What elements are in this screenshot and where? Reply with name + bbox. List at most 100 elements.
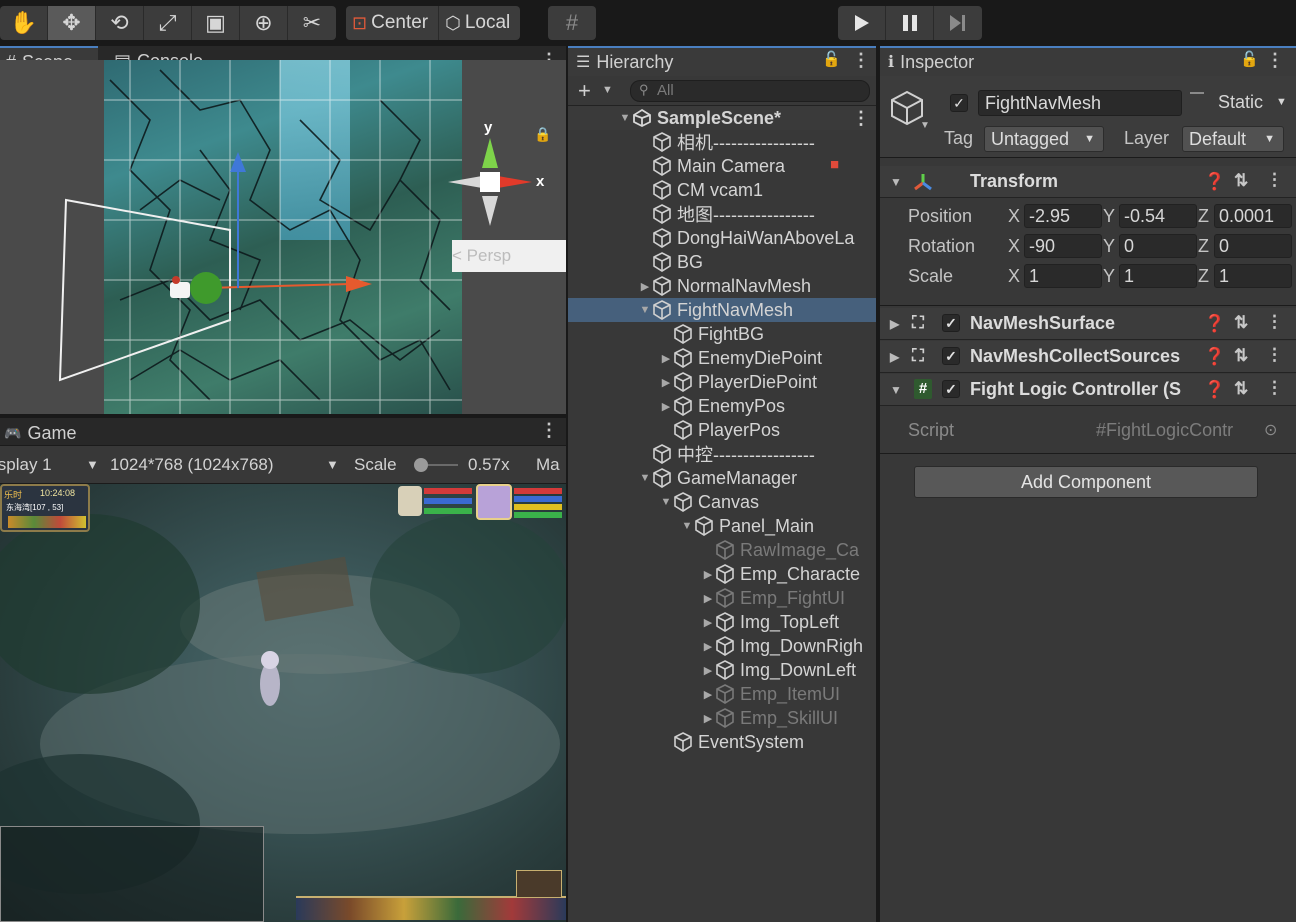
rotation-z-field[interactable]: 0 [1214,234,1292,258]
static-checkbox[interactable] [1190,92,1204,94]
rotation-x-axis-label[interactable]: X [1008,236,1020,257]
collapse-arrow-icon[interactable]: ▼ [680,520,694,532]
hierarchy-item[interactable]: ▶ EnemyPos [568,394,876,418]
hierarchy-menu-icon[interactable]: ⋮ [852,50,870,71]
presets-icon[interactable]: ⇅ [1234,346,1248,366]
inspector-menu-icon[interactable]: ⋮ [1266,50,1284,71]
grid-snap-icon[interactable]: # [548,6,596,40]
hierarchy-item[interactable]: ▶ Img_DownRigh [568,634,876,658]
transform-foldout-icon[interactable]: ▼ [890,175,902,189]
scale-x-field[interactable]: 1 [1024,264,1102,288]
resolution-dropdown[interactable]: 1024*768 (1024x768) [110,455,274,475]
collapse-arrow-icon[interactable]: ▼ [618,112,632,124]
tag-dropdown[interactable]: Untagged ▼ [984,126,1104,152]
inspector-lock-icon[interactable]: 🔓 [1240,50,1259,68]
game-viewport[interactable]: 乐时 10:24:08 东海湾[107 , 53] [0,484,566,922]
chat-box[interactable] [0,826,264,922]
component-enabled-checkbox[interactable]: ✓ [942,347,960,365]
hierarchy-lock-icon[interactable]: 🔓 [822,50,841,68]
hierarchy-item[interactable]: CM vcam1 [568,178,876,202]
object-name-field[interactable]: FightNavMesh [978,90,1182,116]
add-icon[interactable]: + [578,78,591,104]
position-x-field[interactable]: -2.95 [1024,204,1102,228]
hierarchy-item[interactable]: ▼ FightNavMesh [568,298,876,322]
rotation-x-field[interactable]: -90 [1024,234,1102,258]
game-menu-icon[interactable]: ⋮ [540,420,558,441]
scale-tool-icon[interactable]: ⤢ [144,6,192,40]
hierarchy-item[interactable]: ▶ Emp_FightUI [568,586,876,610]
pet-avatar[interactable] [398,486,422,516]
position-y-field[interactable]: -0.54 [1119,204,1197,228]
expand-arrow-icon[interactable]: ▶ [701,712,715,725]
static-dropdown[interactable]: Static [1218,92,1263,113]
expand-arrow-icon[interactable]: ▶ [659,400,673,413]
scale-x-axis-label[interactable]: X [1008,266,1020,287]
tab-game[interactable]: 🎮 Game [0,418,84,448]
pause-button[interactable] [886,6,934,40]
scene-viewport[interactable]: y x < Persp 🔒 [0,60,566,414]
maximize-toggle[interactable]: Ma [536,455,560,475]
rotation-y-axis-label[interactable]: Y [1103,236,1115,257]
script-object-field[interactable]: #FightLogicContr [1096,420,1274,441]
component-header[interactable]: ▶ ⛶ ✓ NavMeshSurface ❓ ⇅ ⋮ [880,308,1296,340]
hierarchy-item[interactable]: ▶ Emp_ItemUI [568,682,876,706]
game-menu-bar[interactable] [296,896,566,920]
hierarchy-item[interactable]: 地图----------------- [568,202,876,226]
active-checkbox[interactable]: ✓ [950,94,968,112]
position-z-axis-label[interactable]: Z [1198,206,1209,227]
expand-arrow-icon[interactable]: ▶ [701,592,715,605]
position-y-axis-label[interactable]: Y [1103,206,1115,227]
scale-z-field[interactable]: 1 [1214,264,1292,288]
hierarchy-item[interactable]: RawImage_Ca [568,538,876,562]
position-x-axis-label[interactable]: X [1008,206,1020,227]
step-button[interactable] [934,6,982,40]
scale-slider-knob[interactable] [414,458,428,472]
persp-label[interactable]: < Persp [452,246,511,266]
hierarchy-item[interactable]: BG [568,250,876,274]
expand-arrow-icon[interactable]: ▶ [701,640,715,653]
hierarchy-item[interactable]: 相机----------------- [568,130,876,154]
hierarchy-item[interactable]: ▶ Img_TopLeft [568,610,876,634]
component-menu-icon[interactable]: ⋮ [1266,345,1283,365]
pivot-center-button[interactable]: ⊡ Center [346,6,440,40]
play-button[interactable] [838,6,886,40]
hierarchy-item[interactable]: ▶ Emp_Characte [568,562,876,586]
add-component-button[interactable]: Add Component [914,466,1258,498]
display-dropdown[interactable]: isplay 1 [0,455,52,475]
hierarchy-item[interactable]: DongHaiWanAboveLa [568,226,876,250]
tab-inspector[interactable]: ℹ Inspector [880,46,1296,76]
hud-buttons[interactable] [8,516,86,528]
component-foldout-icon[interactable]: ▶ [890,317,899,331]
expand-arrow-icon[interactable]: ▶ [659,352,673,365]
building-icon[interactable] [516,870,562,898]
hierarchy-item[interactable]: ▶ Emp_SkillUI [568,706,876,730]
scale-z-axis-label[interactable]: Z [1198,266,1209,287]
help-icon[interactable]: ❓ [1204,172,1225,192]
component-enabled-checkbox[interactable]: ✓ [942,314,960,332]
help-icon[interactable]: ❓ [1204,314,1225,334]
hierarchy-item[interactable]: ▼ Canvas [568,490,876,514]
pivot-local-button[interactable]: ⬡ Local [439,6,520,40]
hierarchy-item[interactable]: ▼ Panel_Main [568,514,876,538]
hierarchy-item[interactable]: 中控----------------- [568,442,876,466]
move-tool-icon[interactable]: ✥ [48,6,96,40]
icon-chevron-icon[interactable]: ▼ [920,120,930,131]
component-menu-icon[interactable]: ⋮ [1266,170,1283,190]
position-z-field[interactable]: 0.0001 [1214,204,1292,228]
presets-icon[interactable]: ⇅ [1234,171,1248,191]
hierarchy-item[interactable]: ▶ Img_DownLeft [568,658,876,682]
hand-tool-icon[interactable]: ✋ [0,6,48,40]
layer-dropdown[interactable]: Default ▼ [1182,126,1284,152]
hierarchy-scene-row[interactable]: ▼ SampleScene* ⋮ [568,106,876,130]
transform-tool-icon[interactable]: ⊕ [240,6,288,40]
add-chevron-icon[interactable]: ▼ [602,84,613,96]
expand-arrow-icon[interactable]: ▶ [659,376,673,389]
collapse-arrow-icon[interactable]: ▼ [659,496,673,508]
rotation-y-field[interactable]: 0 [1119,234,1197,258]
scale-y-axis-label[interactable]: Y [1103,266,1115,287]
collapse-arrow-icon[interactable]: ▼ [638,304,652,316]
expand-arrow-icon[interactable]: ▶ [638,280,652,293]
component-header[interactable]: ▶ ⛶ ✓ NavMeshCollectSources ❓ ⇅ ⋮ [880,341,1296,373]
scene-menu-kebab-icon[interactable]: ⋮ [852,108,870,129]
component-header[interactable]: ▼ # ✓ Fight Logic Controller (S ❓ ⇅ ⋮ [880,374,1296,406]
